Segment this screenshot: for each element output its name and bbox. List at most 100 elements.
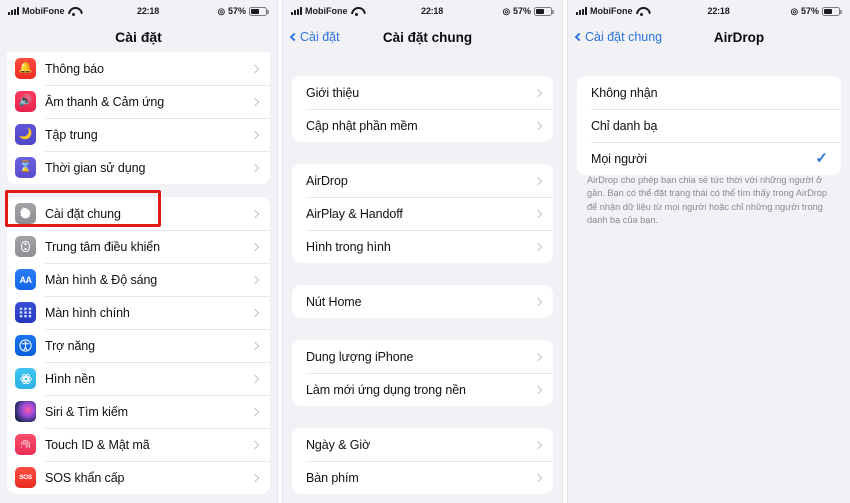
sidebar-item-general[interactable]: Cài đặt chung xyxy=(7,197,270,230)
row-label: Bàn phím xyxy=(306,470,359,485)
sidebar-item-accessibility[interactable]: Trợ năng xyxy=(7,329,270,362)
row-date-time[interactable]: Ngày & Giờ xyxy=(292,428,553,461)
status-bar-right: ◎ 57% xyxy=(790,5,842,17)
row-label: Siri & Tìm kiếm xyxy=(45,404,128,419)
option-everyone[interactable]: Mọi người ✓ xyxy=(577,142,841,175)
status-bar-panel2: MobiFone 22:18 ◎ 57% xyxy=(283,0,562,22)
status-bar-panel1: MobiFone 22:18 ◎ 57% xyxy=(0,0,277,22)
nav-bar-panel2: Cài đặt Cài đặt chung xyxy=(283,22,562,52)
accessibility-icon xyxy=(15,335,36,356)
sidebar-item-notifications[interactable]: 🔔 Thông báo xyxy=(7,52,270,85)
row-label: Màn hình & Độ sáng xyxy=(45,272,158,287)
sidebar-item-display-brightness[interactable]: AA Màn hình & Độ sáng xyxy=(7,263,270,296)
option-contacts-only[interactable]: Chỉ danh bạ xyxy=(577,109,841,142)
sidebar-item-control-center[interactable]: Trung tâm điều khiển xyxy=(7,230,270,263)
row-software-update[interactable]: Cập nhật phần mềm xyxy=(292,109,553,142)
sos-icon: SOS xyxy=(15,467,36,488)
moon-icon: 🌙 xyxy=(15,124,36,145)
screenshot-stage: MobiFone 22:18 ◎ 57% Cài đặt 🔔 Thông báo xyxy=(0,0,850,503)
general-group-sharing: AirDrop AirPlay & Handoff Hình trong hìn… xyxy=(292,164,553,263)
row-label: Cài đặt chung xyxy=(45,206,121,221)
cellular-signal-icon xyxy=(8,7,19,15)
row-label: Chỉ danh bạ xyxy=(591,118,658,133)
row-label: Cập nhật phần mềm xyxy=(306,118,418,133)
status-bar-right: ◎ 57% xyxy=(217,5,269,17)
row-label: Làm mới ứng dụng trong nền xyxy=(306,382,466,397)
row-label: Tập trung xyxy=(45,127,98,142)
home-screen-icon xyxy=(15,302,36,323)
row-home-button[interactable]: Nút Home xyxy=(292,285,553,318)
chevron-right-icon xyxy=(250,275,260,284)
status-bar-panel3: MobiFone 22:18 ◎ 57% xyxy=(568,0,850,22)
row-label: Touch ID & Mật mã xyxy=(45,437,150,452)
row-label: AirDrop xyxy=(306,173,348,188)
chevron-right-icon xyxy=(250,473,260,482)
row-keyboard[interactable]: Bàn phím xyxy=(292,461,553,494)
back-button-settings[interactable]: Cài đặt xyxy=(289,30,340,44)
status-bar-left: MobiFone xyxy=(576,6,647,16)
location-arrow-icon: ◎ xyxy=(502,5,510,16)
bell-icon: 🔔 xyxy=(15,58,36,79)
settings-list-panel2[interactable]: Giới thiệu Cập nhật phần mềm AirDrop Air… xyxy=(283,52,562,503)
sidebar-item-sounds[interactable]: 🔊 Âm thanh & Cảm ứng xyxy=(7,85,270,118)
chevron-left-icon xyxy=(289,32,299,42)
location-arrow-icon: ◎ xyxy=(217,5,225,16)
back-button-general[interactable]: Cài đặt chung xyxy=(574,30,662,44)
clock-label: 22:18 xyxy=(421,6,444,16)
settings-group-system: Cài đặt chung Trung tâm điều khiển AA Mà… xyxy=(7,197,270,494)
option-receiving-off[interactable]: Không nhận xyxy=(577,76,841,109)
chevron-right-icon xyxy=(250,308,260,317)
location-arrow-icon: ◎ xyxy=(790,5,798,16)
chevron-right-icon xyxy=(250,130,260,139)
wifi-icon xyxy=(68,7,79,16)
row-label: Mọi người xyxy=(591,151,647,166)
status-bar-left: MobiFone xyxy=(291,6,362,16)
sidebar-item-emergency-sos[interactable]: SOS SOS khẩn cấp xyxy=(7,461,270,494)
speaker-icon: 🔊 xyxy=(15,91,36,112)
row-airdrop[interactable]: AirDrop xyxy=(292,164,553,197)
sidebar-item-focus[interactable]: 🌙 Tập trung xyxy=(7,118,270,151)
fingerprint-icon xyxy=(15,434,36,455)
airdrop-option-group: Không nhận Chỉ danh bạ Mọi người ✓ xyxy=(577,76,841,175)
carrier-label: MobiFone xyxy=(305,6,348,16)
page-title-settings: Cài đặt xyxy=(115,29,162,45)
row-picture-in-picture[interactable]: Hình trong hình xyxy=(292,230,553,263)
sidebar-item-home-screen[interactable]: Màn hình chính xyxy=(7,296,270,329)
battery-icon xyxy=(534,6,554,16)
battery-percent-label: 57% xyxy=(800,6,819,16)
row-label: Nút Home xyxy=(306,294,362,309)
sidebar-item-touch-id[interactable]: Touch ID & Mật mã xyxy=(7,428,270,461)
row-airplay-handoff[interactable]: AirPlay & Handoff xyxy=(292,197,553,230)
chevron-right-icon xyxy=(250,374,260,383)
sidebar-item-wallpaper[interactable]: Hình nền xyxy=(7,362,270,395)
clock-label: 22:18 xyxy=(707,6,730,16)
nav-bar-panel1: Cài đặt xyxy=(0,22,277,52)
settings-list-panel1[interactable]: 🔔 Thông báo 🔊 Âm thanh & Cảm ứng 🌙 Tập t… xyxy=(0,52,277,503)
phone-panel-airdrop: MobiFone 22:18 ◎ 57% Cài đặt chung AirDr… xyxy=(568,0,850,503)
carrier-label: MobiFone xyxy=(22,6,65,16)
row-iphone-storage[interactable]: Dung lượng iPhone xyxy=(292,340,553,373)
row-about[interactable]: Giới thiệu xyxy=(292,76,553,109)
chevron-right-icon xyxy=(250,64,260,73)
chevron-right-icon xyxy=(533,385,543,394)
sidebar-item-screen-time[interactable]: ⌛ Thời gian sử dụng xyxy=(7,151,270,184)
row-label: Không nhận xyxy=(591,85,658,100)
row-background-app-refresh[interactable]: Làm mới ứng dụng trong nền xyxy=(292,373,553,406)
chevron-right-icon xyxy=(250,163,260,172)
battery-icon xyxy=(822,6,842,16)
chevron-right-icon xyxy=(533,297,543,306)
clock-label: 22:18 xyxy=(137,6,160,16)
wifi-icon xyxy=(636,7,647,16)
chevron-right-icon xyxy=(250,407,260,416)
chevron-right-icon xyxy=(533,121,543,130)
general-group-storage: Dung lượng iPhone Làm mới ứng dụng trong… xyxy=(292,340,553,406)
airdrop-options-panel3[interactable]: Không nhận Chỉ danh bạ Mọi người ✓ AirDr… xyxy=(568,52,850,503)
settings-group-notifications: 🔔 Thông báo 🔊 Âm thanh & Cảm ứng 🌙 Tập t… xyxy=(7,52,270,184)
sidebar-item-siri-search[interactable]: Siri & Tìm kiếm xyxy=(7,395,270,428)
row-label: AirPlay & Handoff xyxy=(306,206,403,221)
cellular-signal-icon xyxy=(576,7,587,15)
row-label: Hình nền xyxy=(45,371,95,386)
battery-icon xyxy=(249,6,269,16)
cellular-signal-icon xyxy=(291,7,302,15)
control-center-icon xyxy=(15,236,36,257)
